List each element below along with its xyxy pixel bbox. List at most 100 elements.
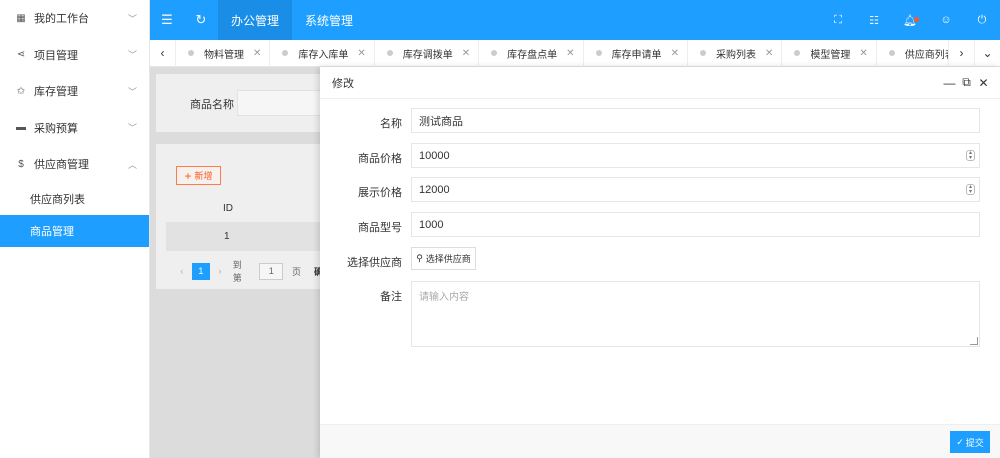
tab-label: 库存入库单 — [298, 49, 349, 61]
pagination: ‹ 1 › 到第 1 页 确 — [172, 258, 326, 284]
note-textarea[interactable]: 请输入内容 — [411, 281, 980, 347]
sidebar-item-purchase[interactable]: ▬ 采购预算 ﹀ — [0, 110, 149, 147]
close-icon[interactable]: ✕ — [671, 48, 679, 59]
tab-label: 库存申请单 — [611, 49, 662, 61]
name-field[interactable]: 测试商品 — [411, 108, 980, 133]
tab-label: 库存调拨单 — [402, 49, 453, 61]
close-icon[interactable]: ✕ — [765, 48, 773, 59]
fullscreen-icon[interactable]: ⛶ — [820, 0, 856, 40]
nav-office[interactable]: 办公管理 — [218, 0, 293, 40]
tab-models[interactable]: 模型管理 ✕ — [782, 39, 877, 67]
edit-modal: 修改 — ⧉ ✕ 名称 测试商品 商品价格 10000 ▴ ▾ 展示价格 1200… — [320, 67, 1000, 458]
tab-dot — [282, 50, 289, 56]
notification-dot — [914, 17, 919, 22]
tab-materials[interactable]: 物料管理 ✕ — [176, 39, 271, 67]
user-icon[interactable]: ☺ — [928, 0, 964, 40]
prev-page-icon[interactable]: ‹ — [172, 266, 192, 276]
search-input[interactable] — [237, 90, 327, 116]
refresh-icon[interactable]: ↻ — [184, 0, 218, 40]
power-icon[interactable]: ⏻ — [964, 0, 1000, 40]
chevron-down-icon: ﹀ — [127, 13, 137, 24]
model-value: 1000 — [419, 218, 444, 231]
sidebar-item-label: 采购预算 — [34, 122, 78, 135]
tab-dot — [699, 50, 706, 56]
tab-stock-request[interactable]: 库存申请单 ✕ — [584, 39, 688, 67]
model-label: 商品型号 — [358, 222, 402, 234]
check-icon: ✓ — [956, 436, 964, 447]
maximize-icon[interactable]: ⧉ — [958, 75, 975, 90]
chevron-left-icon[interactable]: ‹ — [150, 39, 176, 67]
sidebar-item-label: 我的工作台 — [34, 13, 89, 26]
add-button[interactable]: + 新增 — [176, 166, 221, 185]
chevron-down-icon: ﹀ — [127, 50, 137, 61]
cart-icon: ▬ — [16, 122, 26, 134]
current-page[interactable]: 1 — [191, 262, 211, 280]
menu-toggle-icon[interactable]: ☰ — [150, 0, 184, 40]
search-icon: ⚲ — [416, 253, 423, 263]
price-field[interactable]: 10000 ▴ ▾ — [411, 143, 980, 168]
model-field[interactable]: 1000 — [411, 212, 980, 237]
top-header: ☰ ↻ 办公管理 系统管理 ⛶ ☷ 🔔︎ ☺ ⏻ — [150, 0, 1000, 40]
tab-stock-check[interactable]: 库存盘点单 ✕ — [479, 39, 584, 67]
tab-dot — [794, 50, 801, 56]
chevron-right-icon[interactable]: › — [948, 39, 974, 67]
select-supplier-label: 选择供应商 — [425, 254, 471, 264]
close-icon[interactable]: ✕ — [253, 48, 261, 59]
sidebar-item-label: 项目管理 — [34, 49, 78, 62]
sidebar-subitem-supplier-list[interactable]: 供应商列表 — [0, 183, 149, 215]
note-label: 备注 — [380, 291, 402, 303]
note-placeholder: 请输入内容 — [419, 292, 469, 303]
page-input[interactable]: 1 — [259, 262, 283, 280]
sidebar-item-inventory[interactable]: ✩ 库存管理 ﹀ — [0, 73, 149, 110]
sidebar-item-suppliers[interactable]: $ 供应商管理 ︿ — [0, 146, 149, 183]
number-spinner-icon[interactable]: ▴ ▾ — [966, 150, 975, 161]
modal-title: 修改 — [332, 77, 354, 90]
sidebar-item-workbench[interactable]: ▦ 我的工作台 ﹀ — [0, 0, 149, 37]
sidebar-item-label: 库存管理 — [34, 86, 78, 99]
page-label: 页 — [291, 266, 301, 277]
table-row[interactable]: 1 — [166, 222, 326, 251]
sidebar-subitem-label: 商品管理 — [30, 225, 74, 238]
tab-label: 采购列表 — [715, 49, 756, 61]
resize-handle-icon[interactable] — [970, 337, 978, 345]
submit-button[interactable]: ✓ 提交 — [950, 431, 990, 453]
select-supplier-button[interactable]: ⚲ 选择供应商 — [411, 247, 476, 270]
tab-label: 供应商列表 — [904, 49, 948, 61]
sidebar-item-label: 供应商管理 — [34, 159, 89, 172]
chevron-down-icon: ﹀ — [127, 123, 137, 134]
modal-header: 修改 — ⧉ ✕ — [320, 67, 1000, 99]
number-spinner-icon[interactable]: ▴ ▾ — [966, 184, 975, 195]
tab-purchase-list[interactable]: 采购列表 ✕ — [688, 39, 783, 67]
search-label: 商品名称 — [190, 99, 234, 111]
tab-stock-in[interactable]: 库存入库单 ✕ — [270, 39, 375, 67]
close-icon[interactable]: ✕ — [566, 48, 574, 59]
close-icon[interactable]: ✕ — [975, 76, 992, 90]
grid-icon: ▦ — [16, 12, 26, 24]
bell-icon[interactable]: 🔔︎ — [892, 0, 928, 40]
tab-bar: ‹ 物料管理 ✕ 库存入库单 ✕ 库存调拨单 ✕ 库存盘点单 ✕ 库存申请单 ✕ 采购列表… — [150, 39, 1000, 67]
close-icon[interactable]: ✕ — [462, 48, 470, 59]
sidebar-subitem-goods[interactable]: 商品管理 — [0, 214, 149, 247]
display-price-field[interactable]: 12000 ▴ ▾ — [411, 177, 980, 202]
chevron-down-icon[interactable]: ⌄ — [974, 39, 1000, 67]
column-header-id: ID — [223, 203, 233, 214]
display-price-label: 展示价格 — [358, 187, 402, 199]
plus-icon: + — [184, 168, 192, 183]
search-card: 商品名称 — [156, 74, 327, 132]
sidebar-item-projects[interactable]: ⋖ 项目管理 ﹀ — [0, 37, 149, 74]
name-value: 测试商品 — [419, 115, 463, 128]
next-page-icon[interactable]: › — [210, 266, 230, 276]
tab-dot — [386, 50, 393, 56]
tab-dot — [491, 50, 498, 56]
nav-system[interactable]: 系统管理 — [292, 0, 366, 40]
close-icon[interactable]: ✕ — [357, 48, 365, 59]
submit-label: 提交 — [965, 437, 984, 448]
tab-supplier-list[interactable]: 供应商列表✕ — [877, 40, 948, 67]
close-icon[interactable]: ✕ — [859, 48, 867, 59]
tab-label: 模型管理 — [810, 49, 851, 61]
display-price-value: 12000 — [419, 183, 450, 196]
minimize-icon[interactable]: — — [941, 76, 958, 90]
tab-stock-transfer[interactable]: 库存调拨单 ✕ — [375, 39, 480, 67]
notes-icon[interactable]: ☷ — [856, 0, 892, 40]
sidebar-subitem-label: 供应商列表 — [30, 193, 85, 206]
